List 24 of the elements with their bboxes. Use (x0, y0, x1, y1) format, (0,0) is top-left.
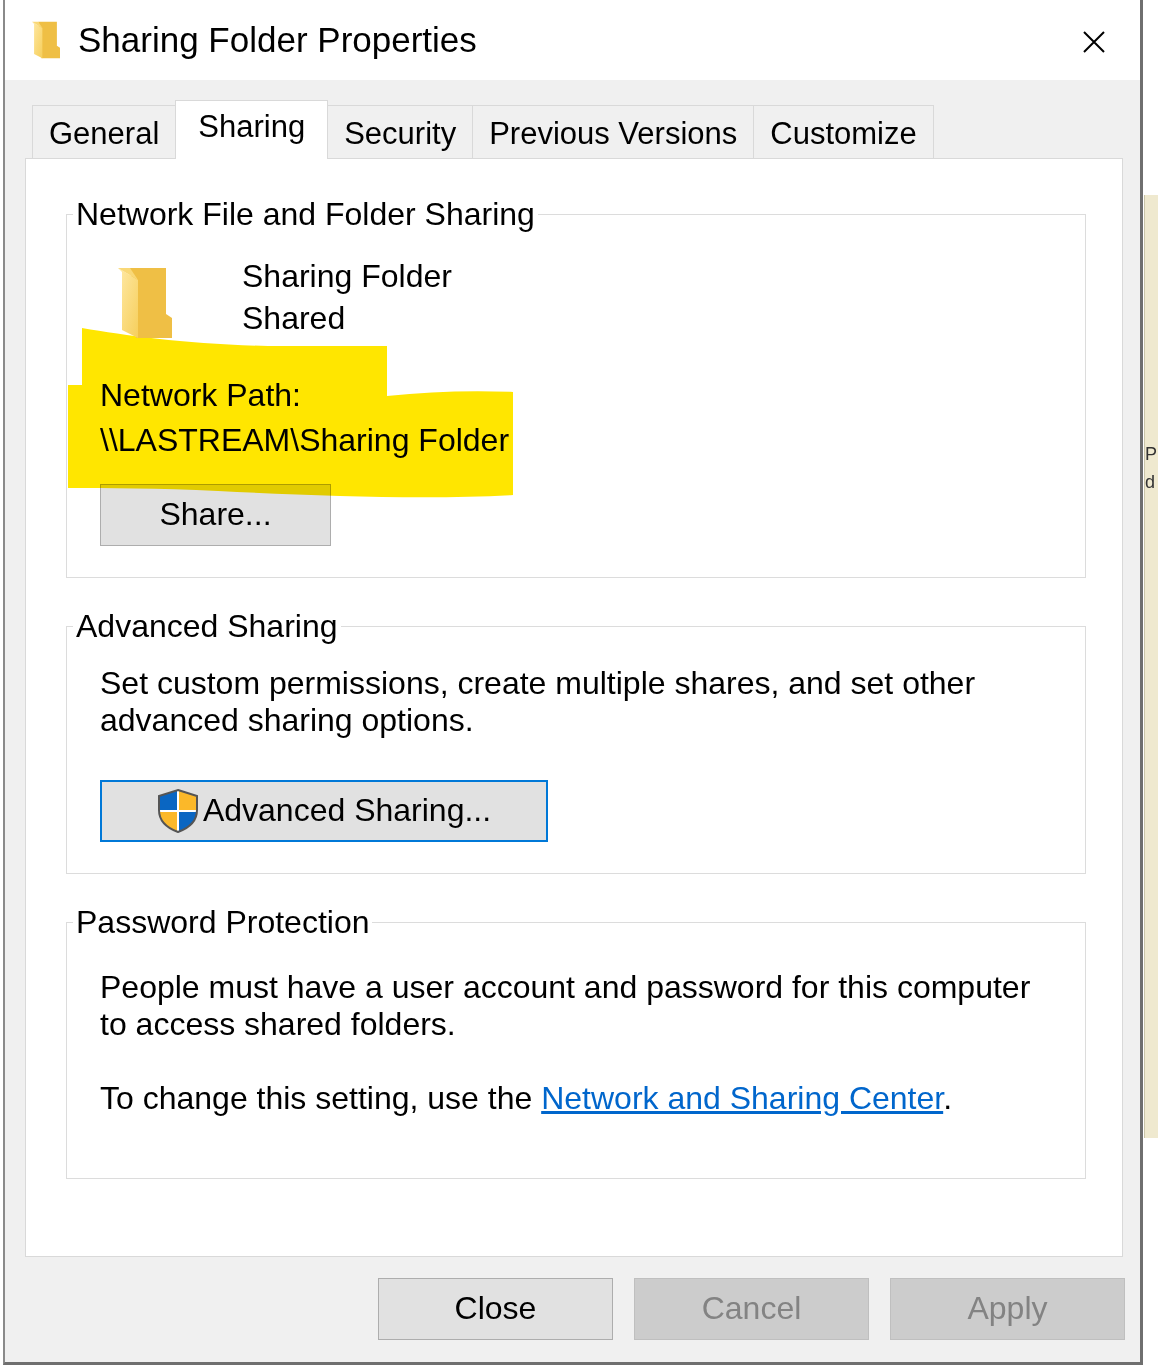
setting-note-text: To change this setting, use the Network and Sharing Center. (100, 1080, 954, 1117)
close-button[interactable] (1083, 29, 1105, 51)
text-fragment: d (1145, 471, 1156, 494)
dialog-button[interactable]: Close (378, 1278, 613, 1340)
tab[interactable]: General (32, 105, 177, 158)
tab[interactable]: Sharing (175, 100, 329, 159)
group-title: Advanced Sharing (75, 609, 339, 643)
window-title: Sharing Folder Properties (78, 19, 477, 61)
description-text: People must have a user account and password for this computer to access shared folders. (100, 969, 1032, 1043)
group-title: Network File and Folder Sharing (75, 197, 536, 231)
folder-icon (32, 20, 60, 60)
advanced-sharing-button[interactable]: Advanced Sharing... (100, 780, 548, 842)
network-path: \\LASTREAM\Sharing Folder (100, 421, 511, 460)
folder-name: Sharing Folder (242, 257, 452, 296)
network-sharing-center-link[interactable]: Network and Sharing Center (541, 1080, 944, 1116)
tab[interactable]: Customize (753, 105, 934, 158)
text-fragment: P (1145, 443, 1158, 466)
description-text: Set custom permissions, create multiple shares, and set other advanced sharing options. (100, 665, 977, 739)
group-title: Password Protection (75, 905, 371, 939)
network-path-label: Network Path: (100, 376, 302, 415)
shield-icon (156, 788, 199, 834)
close-icon (1083, 30, 1105, 53)
share-status: Shared (242, 299, 347, 338)
folder-icon (118, 268, 172, 338)
